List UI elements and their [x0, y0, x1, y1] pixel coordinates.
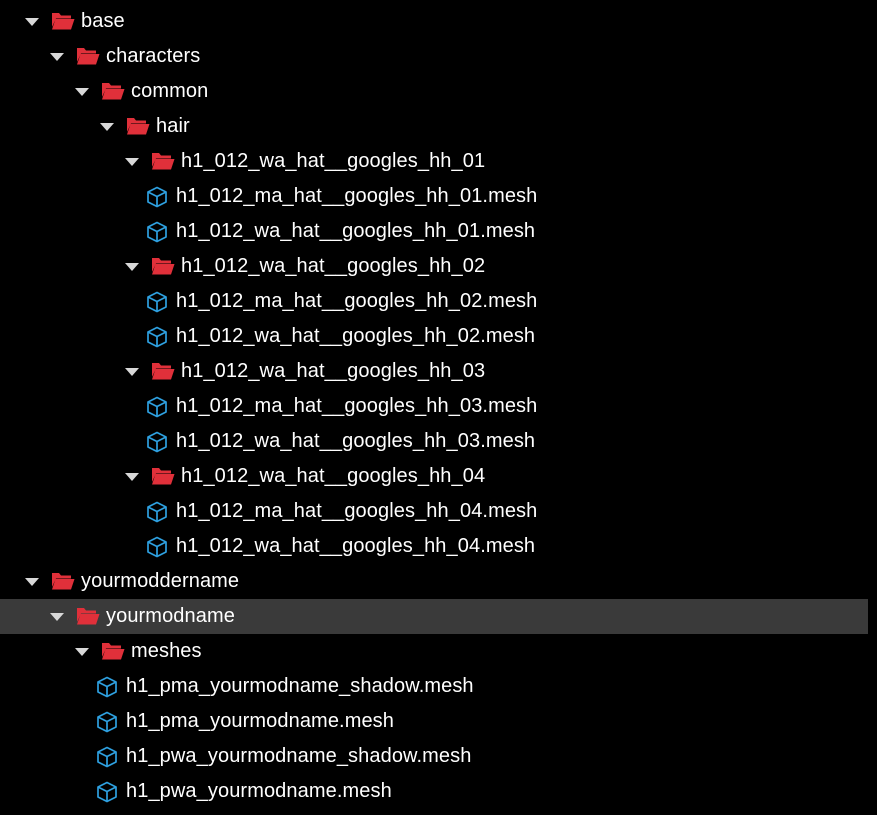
chevron-down-icon[interactable]: [100, 122, 114, 132]
folder-label: common: [131, 80, 209, 102]
tree-file-row[interactable]: h1_012_ma_hat__googles_hh_01.mesh: [0, 179, 868, 214]
tree-folder-row[interactable]: common: [0, 74, 868, 109]
tree-folder-row[interactable]: h1_012_wa_hat__googles_hh_01: [0, 144, 868, 179]
file-label: h1_pwa_yourmodname.mesh: [126, 780, 392, 802]
mesh-cube-icon: [146, 431, 170, 453]
tree-file-row[interactable]: h1_012_ma_hat__googles_hh_04.mesh: [0, 494, 868, 529]
mesh-cube-icon: [96, 676, 120, 698]
folder-open-icon: [76, 46, 100, 68]
file-label: h1_012_ma_hat__googles_hh_03.mesh: [176, 395, 538, 417]
file-label: h1_pwa_yourmodname_shadow.mesh: [126, 745, 472, 767]
tree-folder-row[interactable]: h1_012_wa_hat__googles_hh_04: [0, 459, 868, 494]
folder-label: h1_012_wa_hat__googles_hh_04: [181, 465, 486, 487]
tree-file-row[interactable]: h1_012_wa_hat__googles_hh_03.mesh: [0, 424, 868, 459]
file-label: h1_012_ma_hat__googles_hh_01.mesh: [176, 185, 538, 207]
folder-open-icon: [76, 606, 100, 628]
file-label: h1_012_ma_hat__googles_hh_02.mesh: [176, 290, 538, 312]
chevron-down-icon[interactable]: [25, 577, 39, 587]
mesh-cube-icon: [146, 221, 170, 243]
folder-open-icon: [51, 11, 75, 33]
chevron-down-icon[interactable]: [75, 87, 89, 97]
chevron-down-icon[interactable]: [50, 612, 64, 622]
chevron-down-icon[interactable]: [125, 367, 139, 377]
tree-file-row[interactable]: h1_012_wa_hat__googles_hh_01.mesh: [0, 214, 868, 249]
folder-label: base: [81, 10, 125, 32]
tree-folder-row[interactable]: h1_012_wa_hat__googles_hh_02: [0, 249, 868, 284]
folder-label: h1_012_wa_hat__googles_hh_01: [181, 150, 486, 172]
chevron-down-icon[interactable]: [125, 472, 139, 482]
tree-folder-row[interactable]: meshes: [0, 634, 868, 669]
tree-file-row[interactable]: h1_012_ma_hat__googles_hh_02.mesh: [0, 284, 868, 319]
folder-label: characters: [106, 45, 201, 67]
file-label: h1_012_wa_hat__googles_hh_01.mesh: [176, 220, 536, 242]
file-label: h1_012_wa_hat__googles_hh_03.mesh: [176, 430, 536, 452]
mesh-cube-icon: [146, 501, 170, 523]
tree-folder-row[interactable]: hair: [0, 109, 868, 144]
folder-open-icon: [151, 361, 175, 383]
chevron-down-icon[interactable]: [125, 157, 139, 167]
tree-file-row[interactable]: h1_pma_yourmodname.mesh: [0, 704, 868, 739]
folder-open-icon: [126, 116, 150, 138]
tree-file-row[interactable]: h1_012_wa_hat__googles_hh_04.mesh: [0, 529, 868, 564]
mesh-cube-icon: [146, 536, 170, 558]
folder-label: hair: [156, 115, 190, 137]
file-tree-window: { "theme": { "background": "#000000", "s…: [0, 0, 877, 815]
file-tree: base characters common hair h1_012_wa_hat__g…: [0, 4, 877, 809]
tree-folder-row[interactable]: yourmodname: [0, 599, 868, 634]
folder-open-icon: [51, 571, 75, 593]
tree-file-row[interactable]: h1_012_wa_hat__googles_hh_02.mesh: [0, 319, 868, 354]
file-label: h1_012_wa_hat__googles_hh_04.mesh: [176, 535, 536, 557]
chevron-down-icon[interactable]: [25, 17, 39, 27]
folder-open-icon: [101, 641, 125, 663]
chevron-down-icon[interactable]: [75, 647, 89, 657]
mesh-cube-icon: [96, 746, 120, 768]
tree-file-row[interactable]: h1_pwa_yourmodname_shadow.mesh: [0, 739, 868, 774]
partial-tree-row: [0, 809, 877, 815]
tree-file-row[interactable]: h1_012_ma_hat__googles_hh_03.mesh: [0, 389, 868, 424]
folder-label: yourmodname: [106, 605, 235, 627]
tree-file-row[interactable]: h1_pwa_yourmodname.mesh: [0, 774, 868, 809]
folder-label: h1_012_wa_hat__googles_hh_02: [181, 255, 486, 277]
folder-open-icon: [151, 256, 175, 278]
mesh-cube-icon: [96, 781, 120, 803]
mesh-cube-icon: [146, 396, 170, 418]
mesh-cube-icon: [146, 326, 170, 348]
tree-folder-row[interactable]: yourmoddername: [0, 564, 868, 599]
folder-label: meshes: [131, 640, 202, 662]
folder-open-icon: [101, 81, 125, 103]
mesh-cube-icon: [146, 186, 170, 208]
folder-open-icon: [151, 151, 175, 173]
mesh-cube-icon: [146, 291, 170, 313]
folder-open-icon: [151, 466, 175, 488]
file-label: h1_012_ma_hat__googles_hh_04.mesh: [176, 500, 538, 522]
folder-label: h1_012_wa_hat__googles_hh_03: [181, 360, 486, 382]
tree-folder-row[interactable]: h1_012_wa_hat__googles_hh_03: [0, 354, 868, 389]
tree-file-row[interactable]: h1_pma_yourmodname_shadow.mesh: [0, 669, 868, 704]
tree-folder-row[interactable]: characters: [0, 39, 868, 74]
folder-label: yourmoddername: [81, 570, 240, 592]
file-label: h1_pma_yourmodname.mesh: [126, 710, 395, 732]
chevron-down-icon[interactable]: [50, 52, 64, 62]
file-label: h1_pma_yourmodname_shadow.mesh: [126, 675, 474, 697]
chevron-down-icon[interactable]: [125, 262, 139, 272]
mesh-cube-icon: [96, 711, 120, 733]
file-label: h1_012_wa_hat__googles_hh_02.mesh: [176, 325, 536, 347]
tree-folder-row[interactable]: base: [0, 4, 868, 39]
